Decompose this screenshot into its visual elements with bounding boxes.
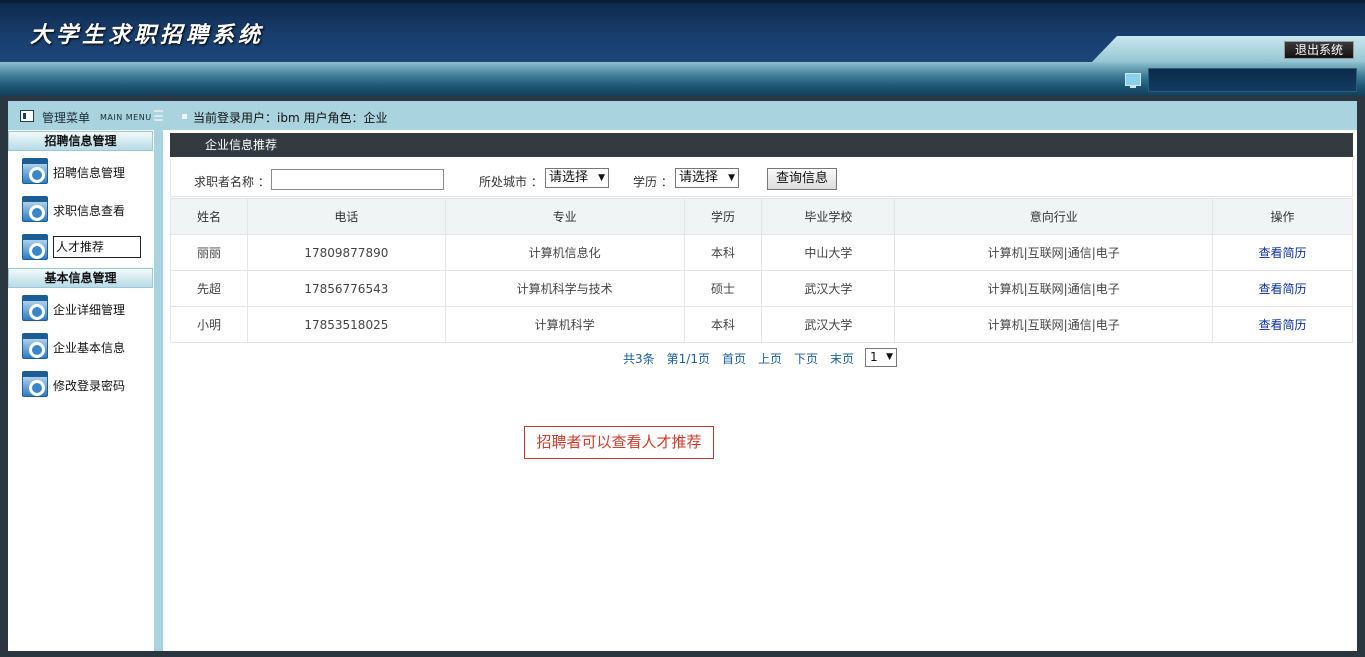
pager-last-link[interactable]: 末页 — [830, 352, 854, 366]
cell-name: 先超 — [170, 270, 248, 307]
table-header-row: 姓名 电话 专业 学历 毕业学校 意向行业 操作 — [170, 198, 1353, 235]
pager-next-link[interactable]: 下页 — [794, 352, 818, 366]
cell-edu: 本科 — [683, 306, 763, 343]
city-label: 所处城市 ： — [479, 175, 543, 189]
cell-name: 小明 — [170, 306, 248, 343]
cell-industry: 计算机|互联网|通信|电子 — [894, 234, 1214, 271]
city-select-value: 请选择 — [549, 170, 589, 185]
city-select[interactable]: 请选择 ▼ — [545, 168, 609, 188]
sidebar: 管理菜单 MAIN MENU 招聘信息管理 招聘信息管理 求职信息查看 人才推荐… — [8, 101, 164, 651]
annotation-note: 招聘者可以查看人才推荐 — [524, 426, 714, 459]
sidebar-item-company-basic[interactable]: 企业基本信息 — [8, 331, 153, 361]
column-header: 毕业学校 — [761, 198, 896, 235]
query-button[interactable]: 查询信息 — [767, 168, 837, 190]
cell-major: 计算机科学 — [444, 306, 685, 343]
pager-prev-link[interactable]: 上页 — [758, 352, 782, 366]
pagination: 共3条 第1/1页 首页 上页 下页 末页 — [623, 350, 866, 367]
gear-icon — [22, 295, 48, 321]
sub-header-bar — [0, 62, 1365, 96]
app-header: 大学生求职招聘系统 退出系统 — [0, 0, 1365, 65]
section-recruit-info[interactable]: 招聘信息管理 — [8, 131, 153, 151]
gear-icon — [22, 158, 48, 184]
sidebar-item-talent-recommend[interactable]: 人才推荐 — [8, 232, 153, 262]
menu-icon — [20, 110, 34, 122]
cell-action: 查看简历 — [1212, 234, 1353, 271]
talent-table: 姓名 电话 专业 学历 毕业学校 意向行业 操作 丽丽 17809877890 … — [170, 198, 1353, 343]
edu-select-value: 请选择 — [679, 170, 719, 185]
cell-school: 武汉大学 — [761, 270, 896, 307]
edu-select[interactable]: 请选择 ▼ — [675, 168, 739, 188]
cell-phone: 17853518025 — [246, 306, 446, 343]
sidebar-item-label: 修改登录密码 — [53, 379, 126, 393]
column-header: 专业 — [444, 198, 685, 235]
dropdown-arrow-icon: ▼ — [728, 173, 735, 183]
search-form: 求职者名称 ： 所处城市 ： 请选择 ▼ 学历 ： 请选择 ▼ 查询信息 — [170, 159, 1353, 197]
user-info: 当前登录用户：ibm 用户角色：企业 — [193, 111, 388, 125]
gear-icon — [22, 333, 48, 359]
cell-name: 丽丽 — [170, 234, 248, 271]
pager-first-link[interactable]: 首页 — [722, 352, 746, 366]
column-header: 姓名 — [170, 198, 248, 235]
page-select[interactable]: 1 ▼ — [865, 348, 897, 367]
cell-industry: 计算机|互联网|通信|电子 — [894, 306, 1214, 343]
section-basic-info[interactable]: 基本信息管理 — [8, 268, 153, 288]
table-row: 先超 17856776543 计算机科学与技术 硕士 武汉大学 计算机|互联网|… — [170, 270, 1353, 307]
view-resume-link[interactable]: 查看简历 — [1259, 282, 1307, 296]
gear-icon — [22, 234, 48, 260]
sidebar-item-label: 企业详细管理 — [53, 303, 126, 317]
bullet-icon — [182, 114, 187, 119]
sidebar-item-company-detail[interactable]: 企业详细管理 — [8, 293, 153, 323]
seeker-name-input[interactable] — [271, 169, 444, 190]
menu-subtitle: MAIN MENU — [100, 113, 152, 122]
column-header: 电话 — [246, 198, 446, 235]
view-resume-link[interactable]: 查看简历 — [1259, 246, 1307, 260]
dropdown-arrow-icon: ▼ — [598, 173, 605, 183]
gear-icon — [22, 196, 48, 222]
menu-title: 管理菜单 — [42, 111, 91, 125]
status-box — [1148, 68, 1357, 92]
cell-school: 中山大学 — [761, 234, 896, 271]
sidebar-item-label: 企业基本信息 — [53, 341, 126, 355]
page-select-value: 1 — [870, 350, 878, 364]
logout-button[interactable]: 退出系统 — [1284, 41, 1354, 59]
sidebar-item-recruit-manage[interactable]: 招聘信息管理 — [8, 156, 153, 186]
column-header: 学历 — [683, 198, 763, 235]
gear-icon — [22, 371, 48, 397]
column-header: 操作 — [1212, 198, 1353, 235]
cell-major: 计算机科学与技术 — [444, 270, 685, 307]
cell-industry: 计算机|互联网|通信|电子 — [894, 270, 1214, 307]
sidebar-header: 管理菜单 MAIN MENU — [8, 101, 164, 130]
edu-label: 学历 ： — [633, 175, 673, 189]
sidebar-item-label: 人才推荐 — [53, 236, 141, 258]
dropdown-arrow-icon: ▼ — [886, 352, 893, 362]
pager-total: 共3条 — [623, 352, 655, 366]
table-row: 小明 17853518025 计算机科学 本科 武汉大学 计算机|互联网|通信|… — [170, 306, 1353, 343]
table-row: 丽丽 17809877890 计算机信息化 本科 中山大学 计算机|互联网|通信… — [170, 234, 1353, 271]
sidebar-item-label: 求职信息查看 — [53, 204, 126, 218]
sidebar-item-change-password[interactable]: 修改登录密码 — [8, 369, 153, 399]
sidebar-item-label: 招聘信息管理 — [53, 166, 126, 180]
cell-action: 查看简历 — [1212, 306, 1353, 343]
cell-action: 查看简历 — [1212, 270, 1353, 307]
name-label: 求职者名称 ： — [194, 175, 270, 189]
app-title: 大学生求职招聘系统 — [30, 22, 265, 48]
panel-title: 企业信息推荐 — [170, 133, 1353, 157]
monitor-icon — [1125, 73, 1141, 88]
cell-major: 计算机信息化 — [444, 234, 685, 271]
cell-edu: 硕士 — [683, 270, 763, 307]
bottom-border — [8, 651, 1357, 657]
cell-edu: 本科 — [683, 234, 763, 271]
sidebar-item-job-seek-view[interactable]: 求职信息查看 — [8, 194, 153, 224]
user-info-bar: 当前登录用户：ibm 用户角色：企业 — [163, 101, 1357, 130]
cell-phone: 17809877890 — [246, 234, 446, 271]
main-content: 当前登录用户：ibm 用户角色：企业 企业信息推荐 求职者名称 ： 所处城市 ：… — [163, 101, 1357, 651]
view-resume-link[interactable]: 查看简历 — [1259, 318, 1307, 332]
pager-page: 第1/1页 — [666, 352, 710, 366]
column-header: 意向行业 — [894, 198, 1214, 235]
cell-phone: 17856776543 — [246, 270, 446, 307]
cell-school: 武汉大学 — [761, 306, 896, 343]
